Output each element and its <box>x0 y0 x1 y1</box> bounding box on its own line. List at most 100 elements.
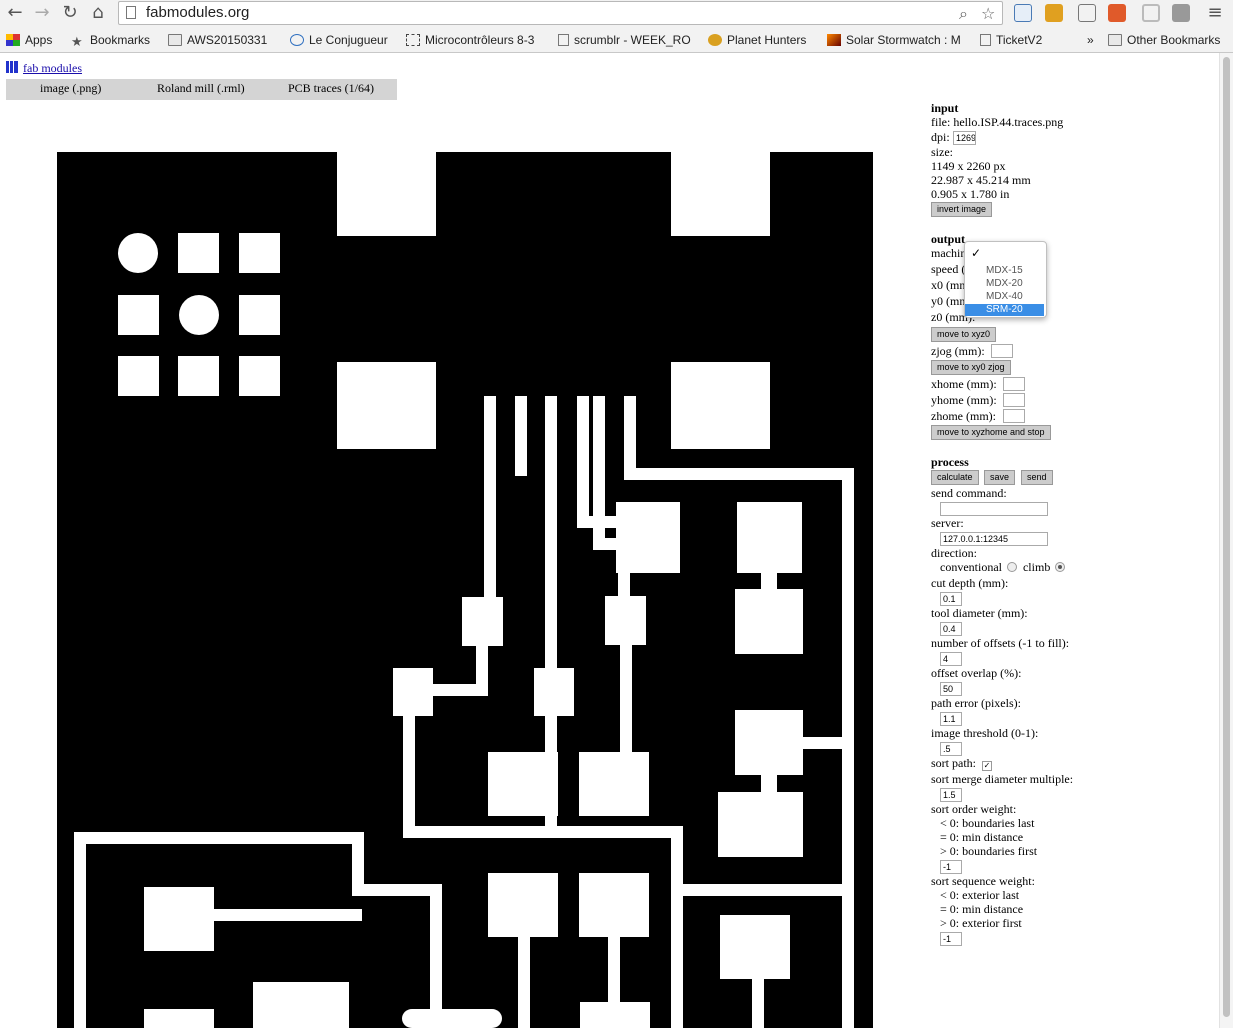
size-label: size: <box>931 145 953 159</box>
move-to-xy0-zjog-button[interactable]: move to xy0 zjog <box>931 360 1011 375</box>
xhome-input[interactable] <box>1003 377 1025 391</box>
tab-roland-mill[interactable]: Roland mill (.rml) <box>157 81 245 96</box>
zjog-label: zjog (mm): <box>931 344 985 358</box>
size-in: 0.905 x 1.780 in <box>931 187 1010 201</box>
dpi-input[interactable]: 1269 <box>953 131 976 145</box>
tab-pcb-traces[interactable]: PCB traces (1/64) <box>288 81 374 96</box>
bookmark-other[interactable]: Other Bookmarks <box>1108 32 1220 48</box>
zjog-input[interactable] <box>991 344 1013 358</box>
machine-dropdown[interactable]: ✓ MDX-15 MDX-20 MDX-40 SRM-20 <box>964 241 1047 318</box>
folder-icon <box>168 34 182 46</box>
star-icon[interactable]: ☆ <box>981 4 995 23</box>
machine-option-mdx20[interactable]: MDX-20 <box>965 278 1044 290</box>
machine-option-mdx15[interactable]: MDX-15 <box>965 265 1044 277</box>
order-lt-text: < 0: boundaries last <box>940 816 1035 830</box>
url-text: fabmodules.org <box>146 4 250 21</box>
seq-lt-text: < 0: exterior last <box>940 888 1020 902</box>
zhome-input[interactable] <box>1003 409 1025 423</box>
forward-arrow-icon[interactable]: → <box>31 2 53 24</box>
browser-toolbar: ← → ↻ ⌂ fabmodules.org ⌕ ☆ ≡ <box>0 0 1233 28</box>
x0-label: x0 (mn <box>931 278 966 292</box>
bookmark-microcontroleurs[interactable]: Microcontrôleurs 8-3 <box>406 32 534 48</box>
move-to-home-button[interactable]: move to xyzhome and stop <box>931 425 1051 440</box>
save-button[interactable]: save <box>984 470 1016 485</box>
offsets-label: number of offsets (-1 to fill): <box>931 636 1070 650</box>
menu-icon[interactable]: ≡ <box>1204 2 1226 24</box>
order-weight-label: sort order weight: <box>931 802 1017 816</box>
star-icon: ★ <box>71 35 83 50</box>
cast-icon[interactable] <box>1078 4 1096 22</box>
offsets-input[interactable]: 4 <box>940 652 962 666</box>
sort-path-label: sort path: ✓ <box>931 756 992 771</box>
climb-radio[interactable] <box>1055 562 1066 572</box>
tool-diameter-label: tool diameter (mm): <box>931 606 1028 620</box>
bookmark-bookmarks[interactable]: ★ Bookmarks <box>71 32 150 50</box>
machine-option-srm20[interactable]: SRM-20 <box>965 304 1044 316</box>
order-weight-input[interactable]: -1 <box>940 860 962 874</box>
extension-icon[interactable] <box>1014 4 1032 22</box>
path-error-input[interactable]: 1.1 <box>940 712 962 726</box>
cut-depth-label: cut depth (mm): <box>931 576 1009 590</box>
fab-logo-icon <box>6 61 18 73</box>
extension-gray-icon[interactable] <box>1172 4 1190 22</box>
send-button[interactable]: send <box>1021 470 1053 485</box>
apps-grid-icon <box>6 34 20 46</box>
dpi-label: dpi: <box>931 130 950 144</box>
bookmark-planet-hunters[interactable]: Planet Hunters <box>708 32 806 48</box>
sequence-weight-input[interactable]: -1 <box>940 932 962 946</box>
send-command-input[interactable] <box>940 502 1048 516</box>
bookmark-conjugueur[interactable]: Le Conjugueur <box>290 32 388 48</box>
order-gt-text: > 0: boundaries first <box>940 844 1038 858</box>
tab-image-png[interactable]: image (.png) <box>40 81 101 96</box>
machine-label: machin <box>931 246 967 260</box>
seq-gt-text: > 0: exterior first <box>940 916 1022 930</box>
size-mm: 22.987 x 45.214 mm <box>931 173 1031 187</box>
conventional-radio[interactable] <box>1006 562 1017 572</box>
process-heading: process <box>931 455 969 469</box>
direction-label: direction: <box>931 546 977 560</box>
threshold-input[interactable]: .5 <box>940 742 962 756</box>
conjugueur-icon <box>290 34 304 46</box>
send-command-label: send command: <box>931 486 1007 500</box>
merge-input[interactable]: 1.5 <box>940 788 962 802</box>
planet-icon <box>708 34 722 46</box>
page-scrollbar[interactable] <box>1219 53 1233 1028</box>
sort-path-checkbox[interactable]: ✓ <box>982 761 992 771</box>
calculate-button[interactable]: calculate <box>931 470 979 485</box>
server-input[interactable]: 127.0.0.1:12345 <box>940 532 1048 546</box>
bookmark-solar-stormwatch[interactable]: Solar Stormwatch : M <box>827 32 961 48</box>
back-arrow-icon[interactable]: ← <box>4 2 26 24</box>
scrollbar-thumb[interactable] <box>1223 57 1230 1017</box>
tool-diameter-input[interactable]: 0.4 <box>940 622 962 636</box>
module-tabs: image (.png) Roland mill (.rml) PCB trac… <box>6 79 397 100</box>
output-heading: output <box>931 232 966 246</box>
page-icon <box>558 34 569 46</box>
yhome-input[interactable] <box>1003 393 1025 407</box>
reload-icon[interactable]: ↻ <box>59 2 81 24</box>
bookmark-scrumblr[interactable]: scrumblr - WEEK_RO <box>558 32 691 48</box>
bookmark-overflow[interactable]: » <box>1087 32 1094 48</box>
address-bar[interactable]: fabmodules.org ⌕ ☆ <box>118 1 1003 25</box>
machine-option-mdx40[interactable]: MDX-40 <box>965 291 1044 303</box>
fab-modules-header: fab modules <box>6 61 82 76</box>
overlap-label: offset overlap (%): <box>931 666 1022 680</box>
direction-conventional[interactable]: conventional climb <box>940 560 1066 575</box>
new-extension-icon[interactable] <box>1108 4 1126 22</box>
bookmarks-bar: Apps ★ Bookmarks AWS20150331 Le Conjugueu… <box>0 28 1233 53</box>
zhome-label: zhome (mm): <box>931 409 996 423</box>
search-icon[interactable]: ⌕ <box>959 4 968 24</box>
bookmark-apps[interactable]: Apps <box>6 32 52 48</box>
bookmark-aws[interactable]: AWS20150331 <box>168 32 267 48</box>
move-to-xyz0-button[interactable]: move to xyz0 <box>931 327 997 342</box>
bookmark-ticketv2[interactable]: TicketV2 <box>980 32 1042 48</box>
size-px: 1149 x 2260 px <box>931 159 1006 173</box>
overlap-input[interactable]: 50 <box>940 682 962 696</box>
folder-icon <box>1108 34 1122 46</box>
cut-depth-input[interactable]: 0.1 <box>940 592 962 606</box>
fab-modules-link[interactable]: fab modules <box>23 61 82 75</box>
home-icon[interactable]: ⌂ <box>87 2 109 24</box>
feed-icon[interactable] <box>1142 4 1160 22</box>
invert-image-button[interactable]: invert image <box>931 202 993 217</box>
page-icon <box>126 6 136 19</box>
extension-face-icon[interactable] <box>1045 4 1063 22</box>
